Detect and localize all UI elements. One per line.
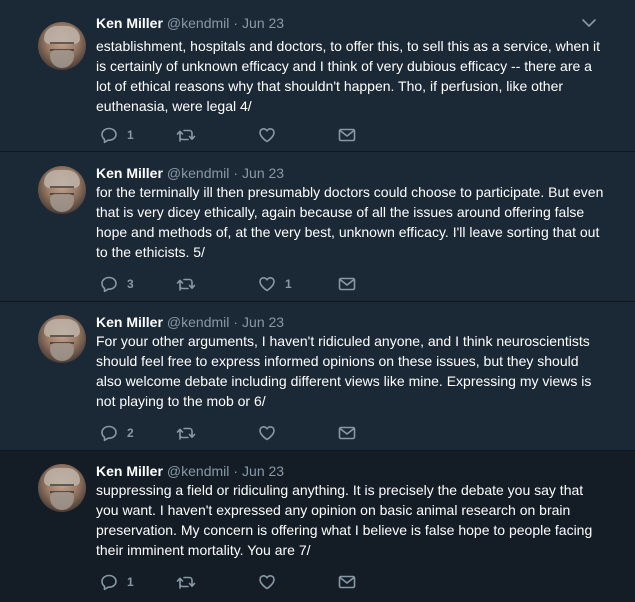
chevron-down-icon[interactable] — [582, 18, 596, 28]
heart-icon — [259, 426, 275, 441]
retweet-button[interactable] — [176, 571, 205, 593]
author-name[interactable]: Ken Miller — [96, 314, 163, 330]
like-button[interactable]: 1 — [258, 273, 292, 295]
separator: · — [233, 15, 239, 31]
reply-icon — [101, 276, 117, 293]
separator: · — [233, 314, 239, 330]
reply-icon — [101, 425, 117, 442]
reply-count: 1 — [127, 575, 134, 589]
heart-icon — [259, 575, 275, 590]
envelope-icon — [338, 277, 356, 291]
retweet-icon — [176, 129, 196, 142]
tweet-text: for the terminally ill then presumably d… — [96, 184, 604, 260]
tweet-header: Ken Miller @kendmil · Jun 23 — [96, 14, 284, 32]
separator: · — [233, 165, 239, 181]
like-button[interactable] — [258, 124, 285, 146]
tweet[interactable]: Ken Miller @kendmil · Jun 23 for the termin… — [0, 152, 635, 302]
retweet-button[interactable] — [176, 422, 205, 444]
tweet-date[interactable]: Jun 23 — [242, 314, 284, 330]
message-button[interactable] — [338, 273, 356, 295]
author-handle[interactable]: @kendmil — [167, 463, 229, 479]
author-handle[interactable]: @kendmil — [167, 314, 229, 330]
reply-button[interactable]: 1 — [100, 124, 134, 146]
tweet[interactable]: Ken Miller @kendmil · Jun 23 For your other… — [0, 302, 635, 451]
reply-icon — [101, 574, 117, 591]
envelope-icon — [338, 575, 356, 589]
tweet-thread: Ken Miller @kendmil · Jun 23 establishment,… — [0, 0, 635, 602]
tweet-date[interactable]: Jun 23 — [242, 165, 284, 181]
heart-icon — [259, 128, 275, 143]
retweet-icon — [176, 427, 196, 440]
reply-icon — [101, 127, 117, 144]
reply-button[interactable]: 2 — [100, 422, 134, 444]
avatar[interactable] — [38, 464, 86, 512]
tweet-actions: 1 — [96, 571, 396, 593]
author-name[interactable]: Ken Miller — [96, 15, 163, 31]
separator: · — [233, 463, 239, 479]
like-button[interactable] — [258, 422, 285, 444]
tweet-text: establishment, hospitals and doctors, to… — [96, 38, 600, 114]
reply-button[interactable]: 1 — [100, 571, 134, 593]
tweet-header: Ken Miller @kendmil · Jun 23 — [96, 462, 284, 480]
author-name[interactable]: Ken Miller — [96, 463, 163, 479]
tweet[interactable]: Ken Miller @kendmil · Jun 23 suppressing a … — [0, 451, 635, 602]
message-button[interactable] — [338, 124, 356, 146]
tweet-actions: 3 1 — [96, 273, 396, 295]
avatar[interactable] — [38, 315, 86, 363]
author-name[interactable]: Ken Miller — [96, 165, 163, 181]
reply-button[interactable]: 3 — [100, 273, 134, 295]
reply-count: 1 — [127, 128, 134, 142]
retweet-icon — [176, 576, 196, 589]
author-handle[interactable]: @kendmil — [167, 15, 229, 31]
avatar[interactable] — [38, 166, 86, 214]
heart-icon — [259, 277, 275, 292]
tweet-header: Ken Miller @kendmil · Jun 23 — [96, 164, 284, 182]
author-handle[interactable]: @kendmil — [167, 165, 229, 181]
reply-count: 2 — [127, 426, 134, 440]
reply-count: 3 — [127, 277, 134, 291]
tweet-date[interactable]: Jun 23 — [242, 463, 284, 479]
tweet-header: Ken Miller @kendmil · Jun 23 — [96, 313, 284, 331]
envelope-icon — [338, 128, 356, 142]
avatar[interactable] — [38, 22, 86, 70]
tweet-text: suppressing a field or ridiculing anythi… — [96, 482, 593, 558]
tweet-date[interactable]: Jun 23 — [242, 15, 284, 31]
tweet-actions: 1 — [96, 124, 396, 146]
retweet-icon — [176, 278, 196, 291]
tweet[interactable]: Ken Miller @kendmil · Jun 23 establishment,… — [0, 0, 635, 152]
envelope-icon — [338, 426, 356, 440]
tweet-text: For your other arguments, I haven't ridi… — [96, 333, 592, 409]
retweet-button[interactable] — [176, 273, 205, 295]
retweet-button[interactable] — [176, 124, 205, 146]
message-button[interactable] — [338, 422, 356, 444]
like-button[interactable] — [258, 571, 285, 593]
tweet-actions: 2 — [96, 422, 396, 444]
like-count: 1 — [285, 277, 292, 291]
message-button[interactable] — [338, 571, 356, 593]
